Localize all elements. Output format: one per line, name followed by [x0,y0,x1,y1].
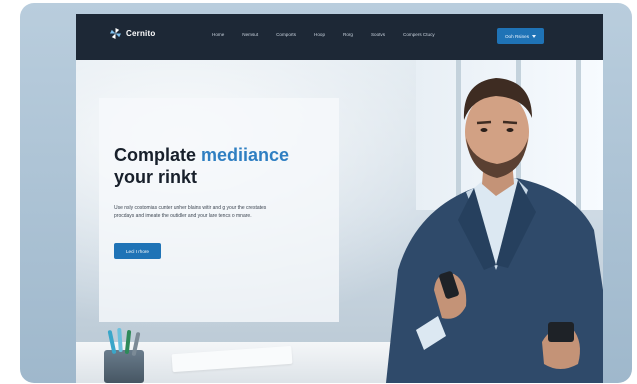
headline-accent-text: mediiance [201,145,290,165]
hero-content-card: Complate mediiance your rinkt Use nsly c… [99,98,339,322]
nav-item[interactable]: Comports [276,32,296,37]
businessman-photo [386,78,603,383]
top-navbar: Cernito Home Nemsut Comports Hoop Rorg S… [76,14,603,60]
hero-headline: Complate mediiance your rinkt [114,144,334,188]
pen-cup [104,350,144,383]
nav-cta-button[interactable]: Ooh Rsines [497,28,544,44]
hero-background: Complate mediiance your rinkt Use nsly c… [76,60,603,383]
nav-item-home[interactable]: Home [212,32,224,37]
nav-cta-label: Ooh Rsines [504,33,529,39]
headline-text-line2: your rinkt [114,167,198,187]
pencil [117,327,123,353]
nav-item[interactable]: Nemsut [242,32,258,37]
learn-more-button[interactable]: Lecl I rhore [114,243,161,259]
hero-description-line: procdays and imeate the outidler and you… [114,213,252,219]
pinwheel-logo-icon [110,28,121,39]
nav-item[interactable]: Sootvs [371,32,385,37]
nav-item[interactable]: Hoop [314,32,325,37]
site-logo[interactable]: Cernito [110,28,155,39]
main-menu: Home Nemsut Comports Hoop Rorg Sootvs Co… [212,32,435,37]
website: Complate mediiance your rinkt Use nsly c… [76,14,603,383]
headline-text: Complate [114,145,202,165]
logo-text: Cernito [126,29,156,38]
chevron-down-icon [532,34,536,38]
nav-item[interactable]: Rorg [343,32,353,37]
screenshot-frame: Complate mediiance your rinkt Use nsly c… [20,3,632,383]
nav-item-contact[interactable]: Compers Ctucy [403,32,435,37]
hero-description: Use nsly costomias cunter unher blains w… [114,204,324,220]
hero-description-line: Use nsly costomias cunter unher blains w… [114,205,267,211]
